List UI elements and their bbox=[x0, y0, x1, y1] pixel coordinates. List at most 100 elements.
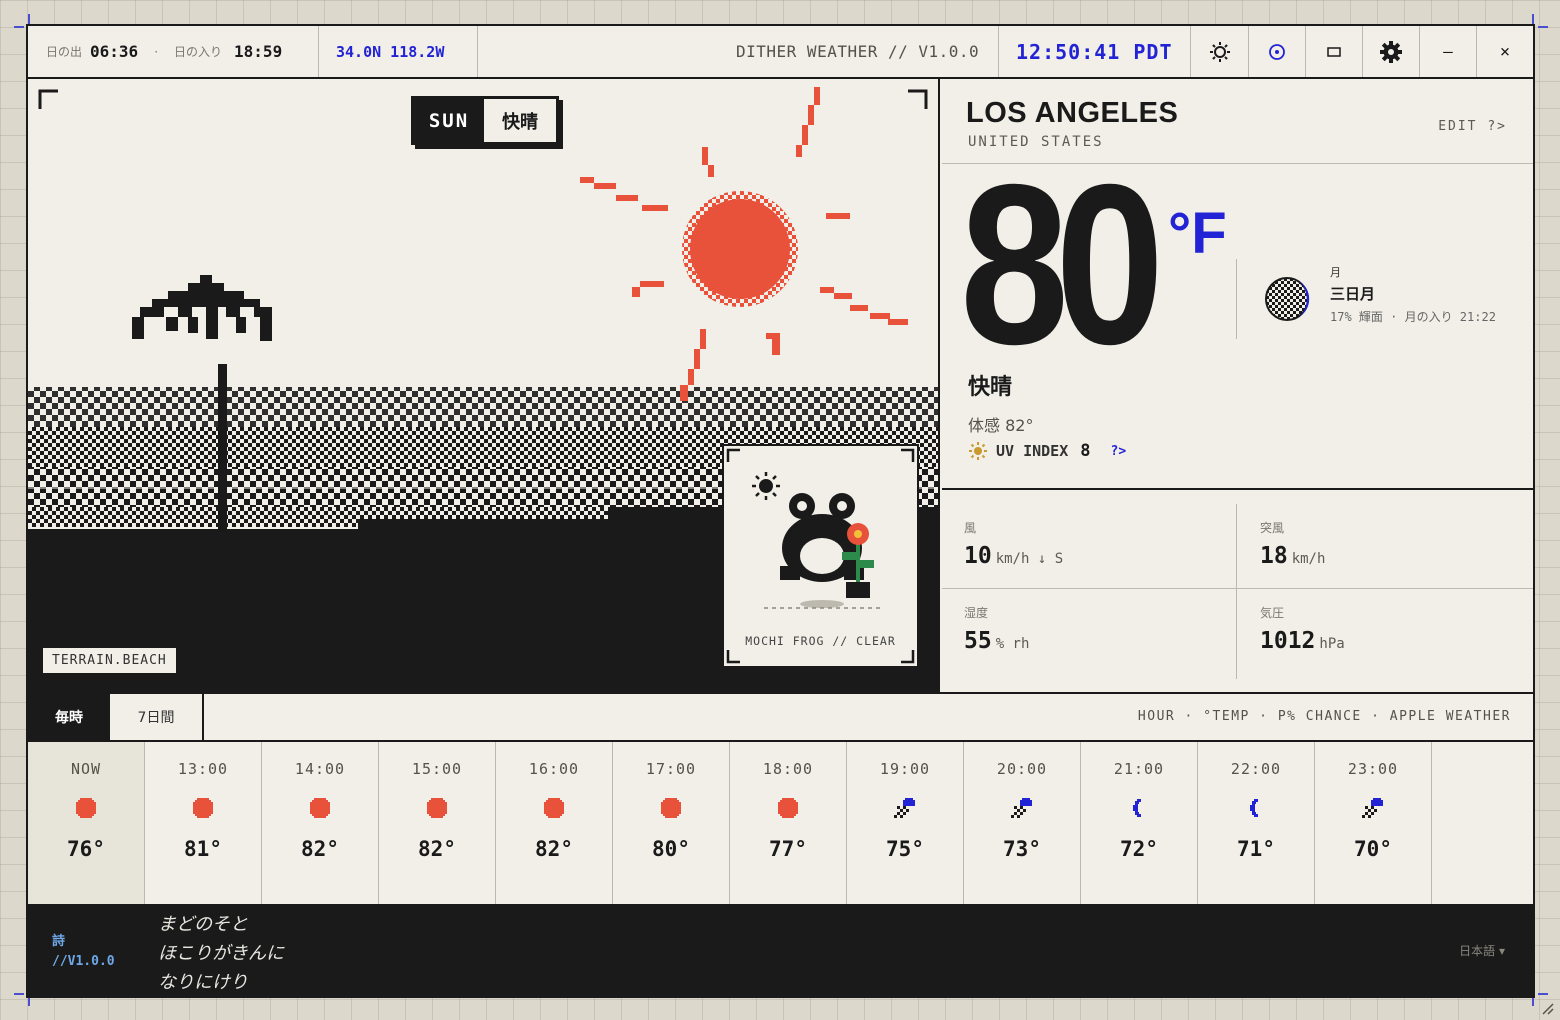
hour-temperature: 82° bbox=[301, 837, 339, 861]
hourly-item[interactable]: 20:00 73° bbox=[964, 742, 1081, 904]
humidity-unit: % rh bbox=[995, 636, 1030, 652]
tab-hourly[interactable]: 毎時 bbox=[28, 694, 110, 740]
location-target-icon bbox=[1269, 43, 1285, 60]
crop-mark bbox=[1532, 14, 1534, 24]
poem-footer: 詩 //V1.0.0 まどのそと ほこりがきんに なりにけり 日本語 ▾ bbox=[28, 904, 1533, 998]
divider bbox=[1236, 259, 1237, 339]
edit-location-button[interactable]: EDIT ?> bbox=[1438, 119, 1507, 134]
city-name: LOS ANGELES bbox=[966, 97, 1179, 129]
sun-icon bbox=[425, 796, 449, 820]
hour-temperature: 77° bbox=[769, 837, 807, 861]
humidity-value: 55 bbox=[964, 628, 992, 654]
locate-button[interactable] bbox=[1248, 26, 1305, 77]
compact-view-button[interactable] bbox=[1305, 26, 1362, 77]
current-temperature: 80 bbox=[960, 138, 1164, 392]
gust-value: 18 bbox=[1260, 543, 1288, 569]
hourly-item[interactable]: 18:00 77° bbox=[730, 742, 847, 904]
day-name: SUN bbox=[414, 99, 484, 142]
hourly-item[interactable]: NOW 76° bbox=[28, 742, 145, 904]
hour-time: 19:00 bbox=[879, 760, 931, 778]
clock: 12:50:41 PDT bbox=[1016, 26, 1173, 77]
moon-details: 17% 輝面 · 月の入り 21:22 bbox=[1330, 310, 1496, 324]
hour-temperature: 80° bbox=[652, 837, 690, 861]
gust-stat: 突風 18 km/h bbox=[1260, 519, 1325, 569]
hour-time: NOW bbox=[70, 760, 102, 778]
sun-icon bbox=[308, 796, 332, 820]
hour-temperature: 73° bbox=[1003, 837, 1041, 861]
hourly-item[interactable]: 23:00 70° bbox=[1315, 742, 1432, 904]
pet-caption: MOCHI FROG // CLEAR bbox=[745, 634, 896, 648]
moon-icon bbox=[1127, 796, 1151, 820]
moon-phase-icon bbox=[1265, 277, 1310, 321]
hour-time: 21:00 bbox=[1113, 760, 1165, 778]
hourly-forecast: NOW 76° 13:00 81° 14:00 82° 15:00 82° 16:00 82° 17… bbox=[28, 742, 1533, 904]
sun-icon bbox=[74, 796, 98, 820]
uv-value: 8 bbox=[1080, 441, 1091, 461]
hour-temperature: 82° bbox=[418, 837, 456, 861]
settings-button[interactable] bbox=[1362, 26, 1419, 77]
hour-time: 16:00 bbox=[528, 760, 580, 778]
crop-mark bbox=[14, 26, 24, 28]
day-badge: SUN 快晴 bbox=[411, 96, 559, 145]
hour-time: 13:00 bbox=[177, 760, 229, 778]
sun-icon bbox=[659, 796, 683, 820]
wind-label: 風 bbox=[964, 521, 977, 535]
sun-icon bbox=[776, 796, 800, 820]
crop-mark bbox=[1538, 26, 1548, 28]
hourly-item[interactable]: 21:00 72° bbox=[1081, 742, 1198, 904]
hour-temperature: 82° bbox=[535, 837, 573, 861]
pressure-value: 1012 bbox=[1260, 628, 1316, 654]
hour-time: 23:00 bbox=[1347, 760, 1399, 778]
minimize-button[interactable]: – bbox=[1419, 26, 1476, 77]
divider bbox=[942, 588, 1533, 589]
app-window: 日の出 06:36 · 日の入り 18:59 34.0N 118.2W DITH… bbox=[26, 24, 1535, 998]
divider bbox=[942, 488, 1533, 490]
hour-temperature: 70° bbox=[1354, 837, 1392, 861]
pressure-unit: hPa bbox=[1319, 636, 1345, 652]
close-button[interactable]: × bbox=[1476, 26, 1533, 77]
gust-label: 突風 bbox=[1260, 521, 1285, 535]
crop-mark bbox=[1538, 993, 1548, 995]
hourly-item[interactable]: 13:00 81° bbox=[145, 742, 262, 904]
feels-like: 体感 82° bbox=[968, 416, 1034, 435]
hourly-item[interactable]: 17:00 80° bbox=[613, 742, 730, 904]
sunset-time: 18:59 bbox=[234, 42, 283, 61]
hourly-item[interactable]: 15:00 82° bbox=[379, 742, 496, 904]
hourly-item[interactable]: 16:00 82° bbox=[496, 742, 613, 904]
current-conditions-panel: LOS ANGELES UNITED STATES EDIT ?> 80 °F … bbox=[942, 79, 1533, 692]
poem-label: 詩 bbox=[52, 934, 66, 949]
hour-temperature: 76° bbox=[67, 837, 105, 861]
sun-icon bbox=[542, 796, 566, 820]
divider bbox=[1236, 504, 1237, 679]
haiku-line: なりにけり bbox=[158, 972, 248, 993]
hourly-item[interactable]: 19:00 75° bbox=[847, 742, 964, 904]
theme-button[interactable] bbox=[1190, 26, 1248, 77]
pressure-label: 気圧 bbox=[1260, 606, 1285, 620]
temperature-unit[interactable]: °F bbox=[1168, 205, 1227, 263]
pet-card[interactable]: MOCHI FROG // CLEAR bbox=[722, 444, 919, 668]
day-condition: 快晴 bbox=[502, 111, 538, 133]
forecast-tabs: 毎時 7日間 HOUR · °TEMP · P% CHANCE · APPLE … bbox=[28, 692, 1533, 742]
hourly-item[interactable]: 22:00 71° bbox=[1198, 742, 1315, 904]
sunset-label: 日の入り bbox=[174, 45, 223, 59]
hour-time: 20:00 bbox=[996, 760, 1048, 778]
moon-phase-name: 三日月 bbox=[1330, 285, 1376, 303]
hour-time: 18:00 bbox=[762, 760, 814, 778]
hourly-item[interactable]: 14:00 82° bbox=[262, 742, 379, 904]
poem-tag: 詩 //V1.0.0 bbox=[52, 932, 115, 972]
frog-illustration bbox=[726, 448, 915, 664]
tab-seven-day[interactable]: 7日間 bbox=[110, 694, 204, 740]
clock-text: 12:50:41 PDT bbox=[1016, 39, 1173, 64]
night-cloud-icon bbox=[1361, 796, 1385, 820]
coordinates-text: 34.0N 118.2W bbox=[336, 42, 445, 61]
language-selector[interactable]: 日本語 ▾ bbox=[1459, 942, 1505, 959]
uv-help-link[interactable]: ?> bbox=[1111, 444, 1127, 459]
minimize-icon: – bbox=[1443, 42, 1453, 61]
haiku-line: ほこりがきんに bbox=[158, 943, 284, 964]
hour-temperature: 75° bbox=[886, 837, 924, 861]
terrain-label[interactable]: TERRAIN.BEACH bbox=[42, 647, 177, 674]
hour-time: 22:00 bbox=[1230, 760, 1282, 778]
moon-label: 月 bbox=[1330, 266, 1341, 279]
weather-scene: SUN 快晴 TERRAIN.BEACH MOCHI FROG // CLEAR bbox=[28, 79, 940, 692]
resize-handle-icon[interactable] bbox=[1541, 1002, 1555, 1016]
